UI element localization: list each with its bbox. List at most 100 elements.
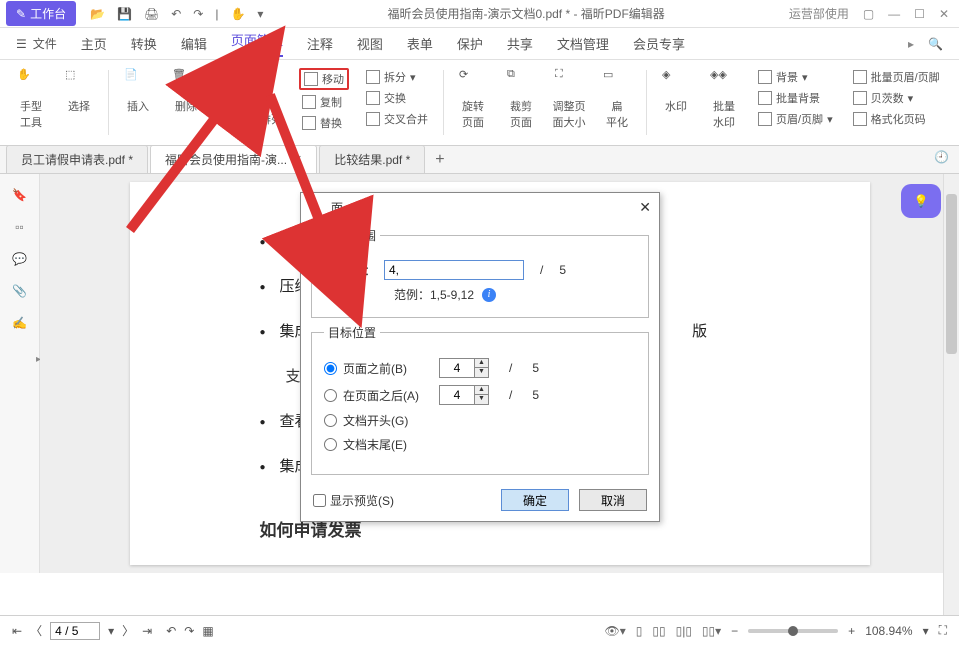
spin-down-icon[interactable]: ▼ [475,368,488,377]
account-label[interactable]: 运营部使用 [789,5,849,22]
menu-annotate[interactable]: 注释 [307,34,333,53]
menu-scroll-icon[interactable]: ▸ [908,37,914,51]
crop-button[interactable]: ⧉裁剪 页面 [504,68,538,130]
signature-icon[interactable]: ✍ [12,316,27,330]
bookmark-icon[interactable]: 🔖 [12,188,27,202]
cancel-button[interactable]: 取消 [579,489,647,511]
menu-form[interactable]: 表单 [407,34,433,53]
select-button[interactable]: ⬚ 选择 [62,68,96,114]
zoom-value[interactable]: 108.94% [865,624,912,638]
move-button[interactable]: 移动 [299,68,349,90]
prev-page-icon[interactable]: 〈 [30,622,42,639]
minimize-icon[interactable]: — [888,7,900,21]
comments-icon[interactable]: 💬 [12,252,27,266]
pages-panel-icon[interactable]: ▫▫ [15,220,24,234]
watermark-button[interactable]: ◈水印 [659,68,693,114]
spin-down-icon[interactable]: ▼ [475,395,488,404]
read-mode-icon[interactable]: 👁▾ [605,624,626,638]
next-page-icon[interactable]: 〉 [122,622,134,639]
menu-share[interactable]: 共享 [507,34,533,53]
show-preview-checkbox[interactable]: 显示预览(S) [313,492,394,509]
search-icon[interactable]: 🔍 [928,37,943,51]
page-number-input[interactable] [50,622,100,640]
merge-button[interactable]: 交叉合并 [363,110,431,128]
reverse-button[interactable]: 逆页序 [217,89,285,107]
add-tab-button[interactable]: + [427,147,452,173]
attachments-icon[interactable]: 📎 [12,284,27,298]
scroll-thumb[interactable] [946,194,957,354]
extract-button[interactable]: 提取 [217,68,285,86]
save-icon[interactable]: 💾 [117,7,132,21]
undo-icon[interactable]: ↶ [171,7,181,21]
zoom-thumb[interactable] [788,626,798,636]
hint-bubble-icon[interactable]: 💡 [901,184,941,218]
page-input[interactable] [384,260,524,280]
batch-header-footer-button[interactable]: 批量页眉/页脚 [850,68,943,86]
layout-icon[interactable]: ▦ [202,624,213,638]
doc-tab-2[interactable]: 比较结果.pdf * [319,145,425,173]
batch-watermark-button[interactable]: ◈◈批量 水印 [707,68,741,130]
zoom-slider[interactable] [748,629,838,633]
spin-up-icon[interactable]: ▲ [475,359,488,368]
swap-button[interactable]: 交换 [363,89,431,107]
format-number-button[interactable]: 格式化页码 [850,110,943,128]
recent-docs-icon[interactable]: 🕘 [934,150,949,164]
menu-view[interactable]: 视图 [357,34,383,53]
close-tab-icon[interactable]: ✕ [293,153,302,166]
last-page-icon[interactable]: ⇥ [142,624,152,638]
radio-doc-start[interactable] [324,414,337,427]
maximize-icon[interactable]: ☐ [914,7,925,21]
ribbon-toggle-icon[interactable]: ▢ [863,7,874,21]
doc-tab-0[interactable]: 员工请假申请表.pdf * [6,145,148,173]
page-dropdown-icon[interactable]: ▾ [108,624,114,638]
rotate-button[interactable]: ⟳旋转 页面 [456,68,490,130]
single-page-icon[interactable]: ▯ [636,624,643,638]
menu-home[interactable]: 主页 [81,34,107,53]
nav-fwd-icon[interactable]: ↷ [184,624,194,638]
menu-vip[interactable]: 会员专享 [633,34,685,53]
copy-button[interactable]: 复制 [299,93,349,111]
spin-up-icon[interactable]: ▲ [475,386,488,395]
background-button[interactable]: 背景▾ [755,68,836,86]
zoom-out-icon[interactable]: − [731,624,738,638]
batch-background-button[interactable]: 批量背景 [755,89,836,107]
radio-after[interactable] [324,389,337,402]
radio-before[interactable] [324,362,337,375]
nav-back-icon[interactable]: ↶ [166,624,176,638]
resize-button[interactable]: ⛶调整页 面大小 [552,68,586,130]
info-icon[interactable]: i [482,288,496,302]
replace-button[interactable]: 替换 [299,114,349,132]
hand-quick-icon[interactable]: ✋ [230,7,245,21]
hand-tool-button[interactable]: ✋ 手型 工具 [14,68,48,130]
doc-tab-1[interactable]: 福昕会员使用指南-演... ✕ [150,145,317,173]
file-menu[interactable]: ☰ 文件 [16,35,57,52]
insert-button[interactable]: 📄 插入 [121,68,155,114]
bates-button[interactable]: 贝茨数▾ [850,89,943,107]
delete-button[interactable]: 🗑 删除 [169,68,203,114]
first-page-icon[interactable]: ⇤ [12,624,22,638]
redo-icon[interactable]: ↷ [193,7,203,21]
workspace-button[interactable]: ✎ 工作台 [6,1,76,26]
open-icon[interactable]: 📂 [90,7,105,21]
vertical-scrollbar[interactable] [943,174,959,615]
zoom-in-icon[interactable]: + [848,624,855,638]
dialog-close-icon[interactable]: ✕ [639,199,651,216]
menu-protect[interactable]: 保护 [457,34,483,53]
split-button[interactable]: 拆分▾ [363,68,431,86]
print-icon[interactable]: 🖨 [144,7,159,21]
fullscreen-icon[interactable]: ⛶ [939,623,947,638]
menu-convert[interactable]: 转换 [131,34,157,53]
close-window-icon[interactable]: ✕ [939,7,949,21]
flatten-button[interactable]: ▭扁 平化 [600,68,634,130]
after-spinner[interactable]: ▲▼ [439,385,489,405]
header-footer-button[interactable]: 页眉/页脚▾ [755,110,836,128]
ok-button[interactable]: 确定 [501,489,569,511]
continuous-facing-icon[interactable]: ▯▯▾ [702,624,721,638]
continuous-icon[interactable]: ▯▯ [652,624,665,638]
before-spinner[interactable]: ▲▼ [439,358,489,378]
facing-icon[interactable]: ▯|▯ [676,624,692,638]
menu-doc-manage[interactable]: 文档管理 [557,34,609,53]
menu-edit[interactable]: 编辑 [181,34,207,53]
rearrange-button[interactable]: 重新排列 [217,110,285,128]
radio-doc-end[interactable] [324,438,337,451]
